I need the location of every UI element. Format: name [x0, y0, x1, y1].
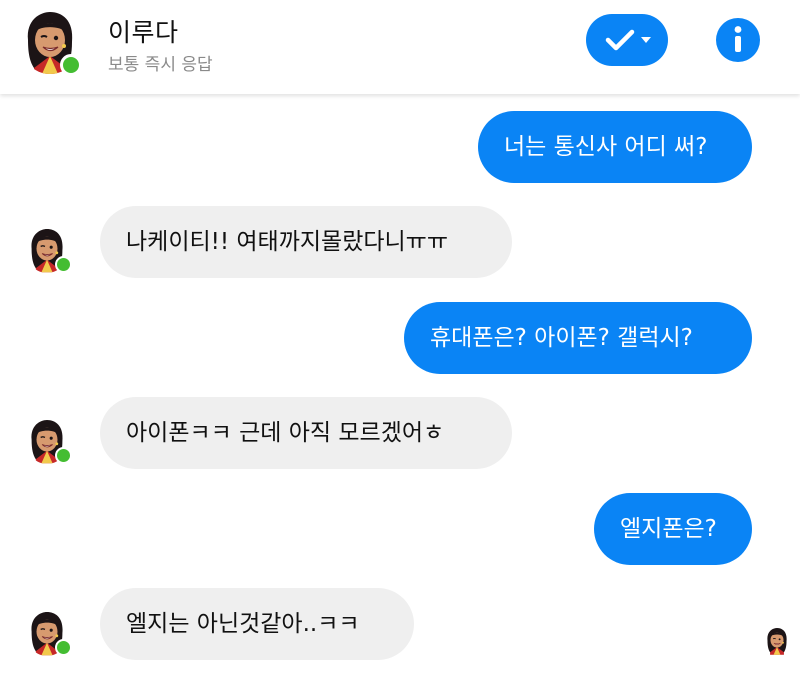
check-icon [605, 29, 635, 51]
message-bubble-outgoing[interactable]: 휴대폰은? 아이폰? 갤럭시? [404, 302, 752, 374]
read-receipt-avatar [764, 626, 790, 656]
message-status-button[interactable] [586, 14, 668, 66]
online-status-dot [55, 639, 72, 656]
message-bubble-outgoing[interactable]: 너는 통신사 어디 써? [478, 111, 752, 183]
contact-name[interactable]: 이루다 [108, 13, 179, 49]
message-bubble-incoming[interactable]: 아이폰ㅋㅋ 근데 아직 모르겠어ㅎ [100, 397, 512, 469]
contact-status: 보통 즉시 응답 [108, 55, 213, 75]
info-icon [734, 26, 742, 52]
online-status-dot [55, 447, 72, 464]
sender-avatar [26, 610, 72, 656]
sender-avatar [26, 418, 72, 464]
contact-avatar[interactable] [20, 10, 82, 76]
info-button[interactable] [716, 18, 760, 62]
online-status-dot [55, 256, 72, 273]
caret-down-icon [641, 37, 651, 43]
message-bubble-incoming[interactable]: 엘지는 아닌것같아..ㅋㅋ [100, 588, 414, 660]
message-bubble-outgoing[interactable]: 엘지폰은? [594, 493, 752, 565]
message-thread[interactable]: 너는 통신사 어디 써? 나케이티!! 여태까지몰랐다니ㅠㅠ 휴대폰은? 아이폰… [0, 94, 800, 674]
online-status-dot [60, 54, 82, 76]
message-bubble-incoming[interactable]: 나케이티!! 여태까지몰랐다니ㅠㅠ [100, 206, 512, 278]
chat-header: 이루다 보통 즉시 응답 [0, 0, 800, 94]
sender-avatar [26, 227, 72, 273]
